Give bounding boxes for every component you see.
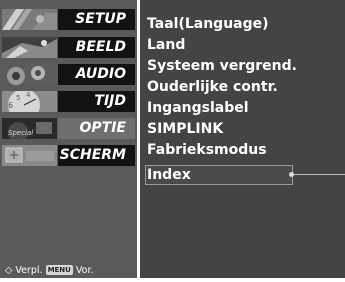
setup-icon [2,9,57,30]
menu-item-label: AUDIO [58,64,135,85]
svg-text:Special: Special [8,129,33,137]
menu-item-label: SCHERM [58,145,135,166]
submenu-item-systeem-vergrend[interactable]: Systeem vergrend. [147,56,297,76]
main-menu-panel: SETUP BEELD AUDIO 6 5 4 TIJD Special OPT… [0,0,137,278]
previous-hint: Vor. [75,265,94,276]
selection-connector-line [292,174,345,175]
menu-item-label: OPTIE [58,118,135,139]
submenu-item-fabrieksmodus[interactable]: Fabrieksmodus [147,140,267,160]
submenu-item-taal[interactable]: Taal(Language) [147,14,269,34]
clock-icon: 6 5 4 [2,91,57,112]
svg-text:4: 4 [26,91,31,99]
menu-item-beeld[interactable]: BEELD [0,37,137,58]
navigation-hint: ◇ Verpl. MENU Vor. [5,264,135,278]
menu-key-badge: MENU [45,265,73,275]
screen-icon [2,145,57,166]
menu-item-label: TIJD [58,91,135,112]
menu-item-optie[interactable]: Special OPTIE [0,118,137,139]
menu-item-audio[interactable]: AUDIO [0,64,137,85]
selection-connector-dot [289,172,294,177]
submenu-item-ouderlijke-contr[interactable]: Ouderlijke contr. [147,77,278,97]
menu-item-scherm[interactable]: SCHERM [0,145,137,166]
menu-item-label: SETUP [58,9,135,30]
svg-text:5: 5 [16,94,20,102]
tv-osd-menu: SETUP BEELD AUDIO 6 5 4 TIJD Special OPT… [0,0,345,282]
submenu-item-land[interactable]: Land [147,35,185,55]
menu-item-tijd[interactable]: 6 5 4 TIJD [0,91,137,112]
audio-icon [2,64,57,85]
menu-item-setup[interactable]: SETUP [0,9,137,30]
svg-text:6: 6 [8,101,13,110]
option-submenu-panel: Taal(Language) Land Systeem vergrend. Ou… [140,0,345,278]
option-icon: Special [2,118,57,139]
menu-item-label: BEELD [58,37,135,58]
picture-icon [2,37,57,58]
bottom-border [0,278,345,282]
submenu-item-ingangslabel[interactable]: Ingangslabel [147,98,249,118]
move-hint: ◇ Verpl. [5,265,43,276]
submenu-item-index[interactable]: Index [147,165,191,185]
submenu-item-simplink[interactable]: SIMPLINK [147,119,223,139]
